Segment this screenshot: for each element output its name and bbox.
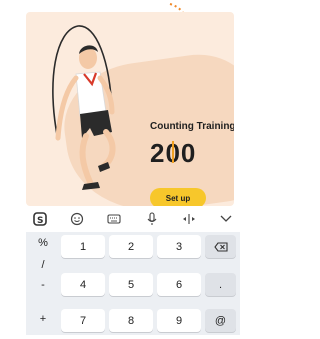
key-5[interactable]: 5 (109, 273, 153, 296)
sogou-logo-icon[interactable]: S (32, 211, 48, 227)
cursor-move-icon[interactable] (181, 211, 197, 227)
chevron-down-icon[interactable] (218, 211, 234, 227)
key-6[interactable]: 6 (157, 273, 201, 296)
key-9[interactable]: 9 (157, 309, 201, 332)
keyboard-icon[interactable] (106, 211, 122, 227)
jump-rope-person-illustration (52, 25, 116, 190)
setup-button[interactable]: Set up (150, 188, 206, 206)
key-minus[interactable]: - (30, 276, 56, 294)
key-at[interactable]: @ (205, 309, 236, 332)
screen: Counting Training 200 Set up S % / - + (0, 0, 250, 339)
emoji-icon[interactable] (69, 211, 85, 227)
numeric-keyboard: % / - + 1 2 3 4 5 6 7 8 9 . @ (26, 232, 240, 335)
backspace-icon (213, 241, 228, 252)
key-3[interactable]: 3 (157, 235, 201, 258)
backspace-key[interactable] (205, 235, 236, 258)
mic-icon[interactable] (144, 211, 160, 227)
key-2[interactable]: 2 (109, 235, 153, 258)
counting-training-title: Counting Training (150, 121, 234, 132)
key-dot[interactable]: . (205, 273, 236, 296)
key-plus[interactable]: + (30, 310, 56, 328)
text-cursor (172, 141, 174, 163)
key-1[interactable]: 1 (61, 235, 105, 258)
key-percent[interactable]: % (30, 234, 56, 252)
key-7[interactable]: 7 (61, 309, 105, 332)
counting-training-card: Counting Training 200 Set up (26, 12, 234, 206)
key-8[interactable]: 8 (109, 309, 153, 332)
keyboard-toolbar: S (26, 208, 240, 230)
key-4[interactable]: 4 (61, 273, 105, 296)
key-slash[interactable]: / (30, 256, 56, 274)
svg-text:S: S (37, 216, 43, 226)
